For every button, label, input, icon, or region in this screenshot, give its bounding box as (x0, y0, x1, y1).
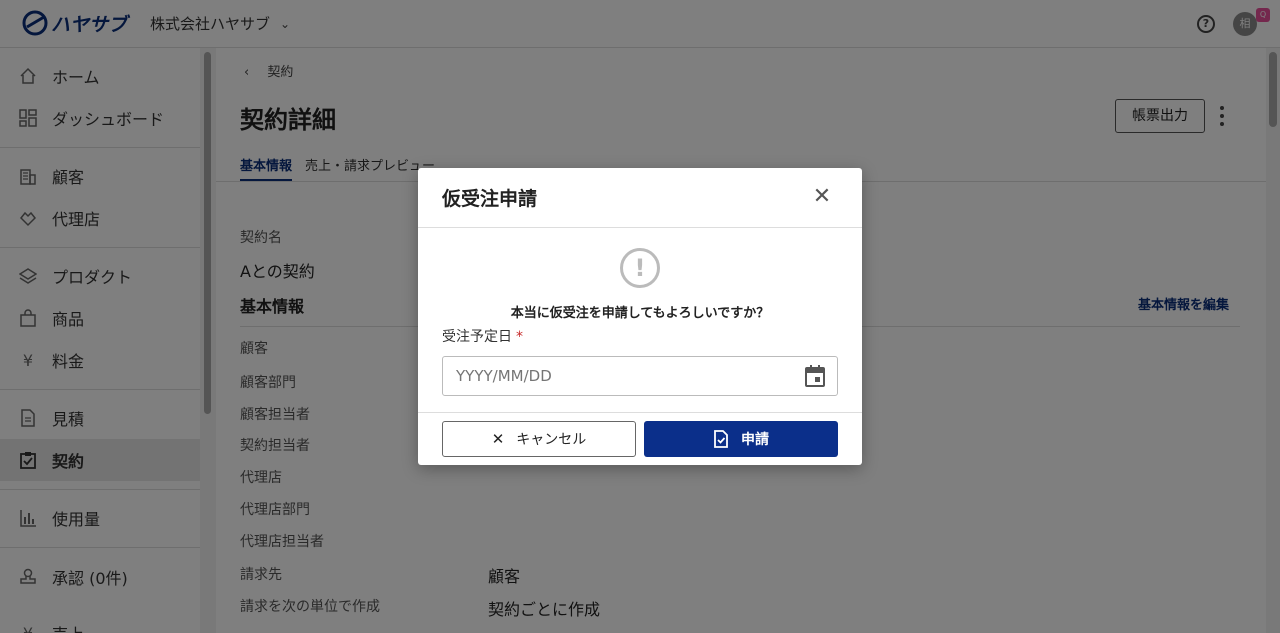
apply-button[interactable]: 申請 (644, 421, 838, 457)
cancel-label: キャンセル (516, 432, 587, 448)
dialog-divider (418, 227, 862, 228)
provisional-order-dialog: 仮受注申請 ✕ ! 本当に仮受注を申請してもよろしいですか？ 受注予定日* ✕ … (418, 168, 862, 465)
order-date-input[interactable] (442, 356, 838, 396)
cancel-button[interactable]: ✕ キャンセル (442, 421, 636, 457)
close-icon: ✕ (491, 430, 505, 448)
document-check-icon (714, 430, 728, 448)
dialog-title: 仮受注申請 (442, 188, 538, 210)
close-icon[interactable]: ✕ (810, 186, 834, 210)
confirm-message: 本当に仮受注を申請してもよろしいですか？ (510, 306, 770, 321)
dialog-footer-divider (418, 412, 862, 413)
date-label-text: 受注予定日 (442, 329, 512, 345)
required-mark: * (516, 329, 523, 345)
warning-icon: ! (620, 248, 660, 288)
date-field-label: 受注予定日 * (442, 326, 523, 346)
calendar-icon[interactable] (804, 364, 826, 388)
apply-label: 申請 (741, 432, 769, 448)
